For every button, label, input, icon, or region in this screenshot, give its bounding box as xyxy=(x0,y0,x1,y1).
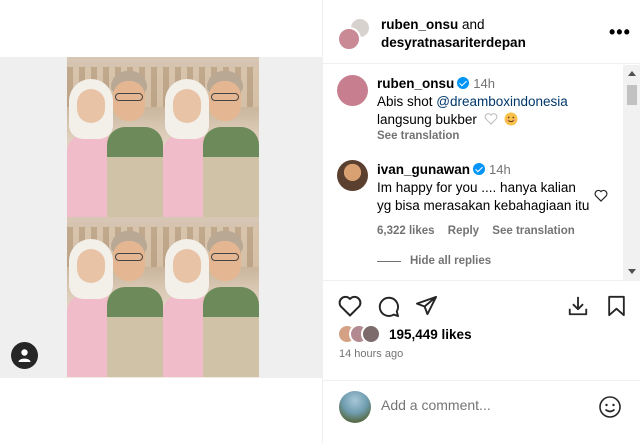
comment-text: Abis shot @dreamboxindonesia langsung bu… xyxy=(377,94,568,127)
collage-frame-2 xyxy=(163,57,259,217)
comment-likes[interactable]: 6,322 likes xyxy=(377,225,435,237)
liker-avatar[interactable] xyxy=(361,324,381,344)
scroll-down-icon[interactable] xyxy=(628,269,636,274)
post-photo-collage[interactable] xyxy=(67,57,259,378)
instagram-post-modal: ruben_onsu and desyratnasariterdepan •••… xyxy=(0,0,640,443)
see-translation-link[interactable]: See translation xyxy=(377,130,617,142)
collage-frame-1 xyxy=(67,57,163,217)
post-media-panel xyxy=(0,0,322,443)
hide-replies-button[interactable]: Hide all replies xyxy=(410,255,491,267)
comment-like-heart-icon[interactable] xyxy=(594,189,608,202)
verified-badge-icon xyxy=(473,163,486,175)
current-user-avatar xyxy=(339,391,371,423)
mention-link[interactable]: @dreamboxindonesia xyxy=(436,94,568,109)
bookmark-icon[interactable] xyxy=(607,295,626,317)
author-avatar[interactable] xyxy=(337,27,361,51)
author-avatars[interactable] xyxy=(337,15,373,51)
heart-icon[interactable] xyxy=(338,295,362,317)
collage-frame-4 xyxy=(163,217,259,378)
comment-icon[interactable] xyxy=(377,295,400,318)
collage-frame-3 xyxy=(67,217,163,378)
emoji-picker-icon[interactable] xyxy=(598,395,622,419)
send-icon[interactable] xyxy=(415,295,438,317)
more-options-icon[interactable]: ••• xyxy=(609,22,631,43)
comment-avatar[interactable] xyxy=(337,75,368,106)
comment-text: Im happy for you .... hanya kalian yg bi… xyxy=(377,180,590,213)
comments-list: ruben_onsu 14h Abis shot @dreamboxindones… xyxy=(323,65,640,281)
smiling-face-icon xyxy=(504,112,518,126)
post-time-ago[interactable]: 14 hours ago xyxy=(339,348,403,360)
post-side-panel: ruben_onsu and desyratnasariterdepan •••… xyxy=(322,0,640,443)
comment-username[interactable]: ivan_gunawan xyxy=(377,162,470,177)
comment-username[interactable]: ruben_onsu xyxy=(377,76,454,91)
scroll-up-icon[interactable] xyxy=(628,71,636,76)
add-comment-input[interactable] xyxy=(381,397,581,413)
add-comment-bar xyxy=(323,380,640,443)
post-header: ruben_onsu and desyratnasariterdepan ••• xyxy=(323,0,640,64)
user-icon xyxy=(18,349,31,362)
verified-badge-icon xyxy=(457,77,470,89)
download-icon[interactable] xyxy=(567,295,589,317)
comment-time[interactable]: 14h xyxy=(473,76,495,91)
and-text: and xyxy=(462,17,485,32)
comments-scrollbar[interactable] xyxy=(623,65,640,280)
white-heart-icon xyxy=(484,113,497,125)
reply-button[interactable]: Reply xyxy=(448,225,479,237)
see-translation-link[interactable]: See translation xyxy=(492,225,574,237)
tagged-users-button[interactable] xyxy=(11,342,38,369)
scroll-thumb[interactable] xyxy=(627,85,637,105)
comment-time[interactable]: 14h xyxy=(489,162,511,177)
comment-avatar[interactable] xyxy=(337,160,368,191)
collaborator-username[interactable]: desyratnasariterdepan xyxy=(381,35,526,50)
likes-count[interactable]: 195,449 likes xyxy=(389,327,472,342)
author-username[interactable]: ruben_onsu xyxy=(381,17,458,32)
